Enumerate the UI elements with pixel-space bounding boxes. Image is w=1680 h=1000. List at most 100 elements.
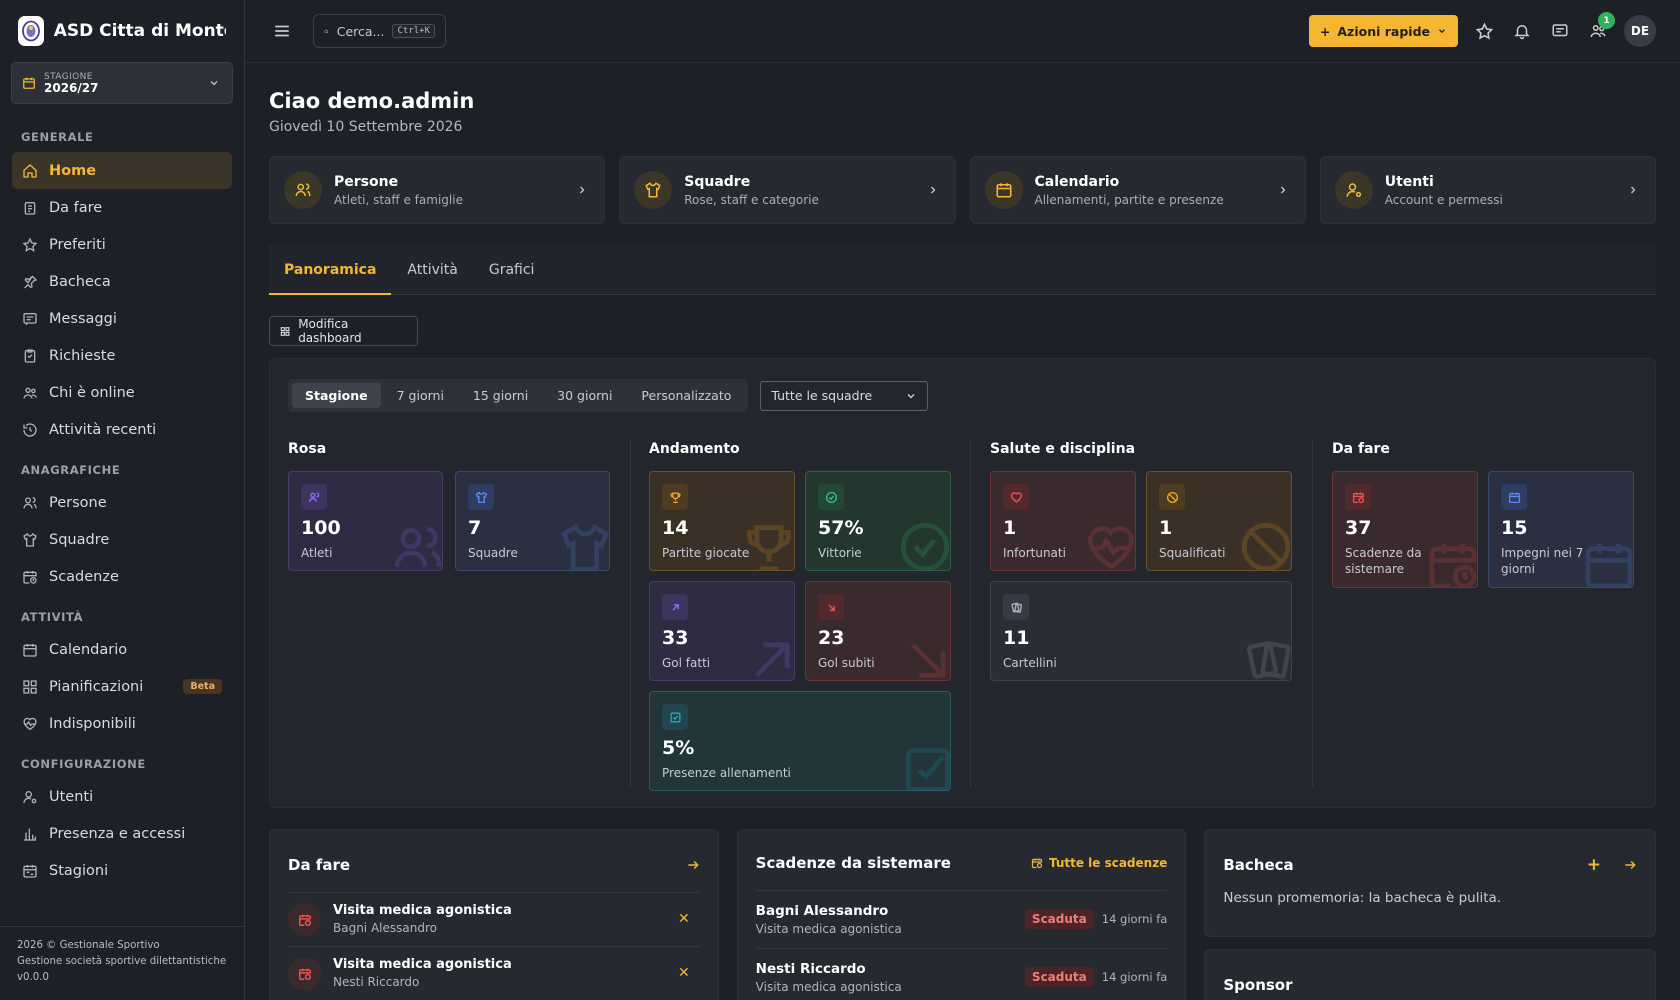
chevron-right-icon [580, 186, 585, 194]
sidebar-item-da-fare[interactable]: Da fare [12, 189, 232, 226]
grid-icon [280, 326, 290, 336]
list-item[interactable]: Visita medica agonistica Nesti Riccardo ✕ [288, 946, 700, 1000]
stat-cartellini[interactable]: 11 Cartellini [990, 581, 1292, 681]
section-title-attivita: ATTIVITÀ [21, 610, 84, 624]
sidebar-item-label: Persone [49, 494, 107, 511]
item-title: Visita medica agonistica [333, 903, 512, 918]
period-personalizzato[interactable]: Personalizzato [628, 383, 744, 408]
notifications-button[interactable] [1510, 19, 1534, 43]
quick-card-utenti[interactable]: Utenti Account e permessi [1319, 156, 1656, 224]
season-selector[interactable]: STAGIONE 2026/27 [11, 62, 233, 104]
stat-gol-subiti[interactable]: 23 Gol subiti [805, 581, 951, 681]
users-online-icon [23, 387, 37, 398]
sidebar-item-richieste[interactable]: Richieste [12, 337, 232, 374]
calendar-icon [1585, 544, 1633, 587]
sidebar-item-preferiti[interactable]: Preferiti [12, 226, 232, 263]
table-row[interactable]: Bagni Alessandro Visita medica agonistica… [755, 890, 1168, 948]
all-deadlines-link[interactable]: Tutte le scadenze [1031, 856, 1167, 870]
stat-vittorie[interactable]: 57% Vittorie [805, 471, 951, 571]
sidebar-item-home[interactable]: Home [12, 152, 232, 189]
group-rosa: Rosa 100 Atleti 7 Squadre [288, 441, 630, 787]
calendar-clock-icon [1031, 858, 1043, 869]
calendar-clock-icon [298, 914, 311, 926]
dismiss-button[interactable]: ✕ [678, 965, 690, 981]
dismiss-button[interactable]: ✕ [678, 911, 690, 927]
add-button[interactable]: + [1587, 855, 1601, 875]
stat-gol-fatti[interactable]: 33 Gol fatti [649, 581, 795, 681]
sidebar-item-chi-e-online[interactable]: Chi è online [12, 374, 232, 411]
stat-partite-giocate[interactable]: 14 Partite giocate [649, 471, 795, 571]
calendar-clock-icon [1352, 492, 1364, 503]
item-subtitle: Bagni Alessandro [333, 921, 437, 935]
current-date: Giovedì 10 Settembre 2026 [269, 119, 463, 135]
right-column: Bacheca + Nessun promemoria: la bacheca … [1204, 829, 1656, 1000]
status-badge: Scaduta [1024, 967, 1094, 987]
quick-card-calendario[interactable]: Calendario Allenamenti, partite e presenz… [969, 156, 1306, 224]
empty-message: Nessun promemoria: la bacheca è pulita. [1223, 890, 1502, 906]
quick-card-persone[interactable]: Persone Atleti, staff e famiglie [269, 156, 606, 224]
favorites-button[interactable] [1472, 19, 1496, 43]
heart-pulse-icon [23, 717, 37, 730]
quick-card-squadre[interactable]: Squadre Rose, staff e categorie [619, 156, 956, 224]
avatar[interactable]: DE [1624, 15, 1656, 47]
bar-chart-icon [24, 828, 36, 841]
period-30-giorni[interactable]: 30 giorni [544, 383, 625, 408]
home-icon [23, 163, 37, 178]
calendar-icon [23, 77, 35, 89]
grid-icon [23, 679, 37, 694]
item-title: Visita medica agonistica [333, 957, 512, 972]
person-name: Bagni Alessandro [755, 903, 889, 919]
table-row[interactable]: Nesti Riccardo Visita medica agonistica S… [755, 948, 1168, 1000]
stat-impegni-7-giorni[interactable]: 15 Impegni nei 7 giorni [1488, 471, 1634, 588]
bell-icon [1514, 25, 1530, 40]
calendar-icon [1508, 492, 1520, 503]
sidebar-item-label: Home [49, 162, 97, 179]
sidebar-item-stagioni[interactable]: Stagioni [12, 852, 232, 889]
sidebar-item-presenza-accessi[interactable]: Presenza e accessi [12, 815, 232, 852]
shirt-icon [23, 532, 37, 547]
clipboard-icon [24, 201, 36, 215]
quick-actions-label: Azioni rapide [1337, 23, 1430, 39]
link-label: Tutte le scadenze [1048, 856, 1168, 870]
sidebar-item-attivita-recenti[interactable]: Attività recenti [12, 411, 232, 448]
sidebar-item-utenti[interactable]: Utenti [12, 778, 232, 815]
stat-infortunati[interactable]: 1 Infortunati [990, 471, 1136, 571]
stat-squadre[interactable]: 7 Squadre [455, 471, 610, 571]
arrow-down-right-icon [827, 603, 835, 611]
brand[interactable]: ASD Citta di Monto... [0, 0, 244, 62]
arrow-right-icon[interactable] [686, 858, 700, 872]
quick-actions-button[interactable]: + Azioni rapide [1308, 15, 1458, 47]
sidebar: ASD Citta di Monto... STAGIONE 2026/27 G… [0, 0, 245, 1000]
sidebar-item-messaggi[interactable]: Messaggi [12, 300, 232, 337]
sidebar-item-indisponibili[interactable]: Indisponibili [12, 705, 232, 742]
sidebar-item-bacheca[interactable]: Bacheca [12, 263, 232, 300]
person-name: Nesti Riccardo [755, 961, 866, 977]
arrow-right-icon[interactable] [1623, 858, 1637, 872]
tab-panoramica[interactable]: Panoramica [268, 245, 392, 295]
star-icon [22, 236, 38, 252]
messages-button[interactable] [1548, 19, 1572, 43]
trophy-icon [747, 525, 791, 570]
sidebar-item-calendario[interactable]: Calendario [12, 631, 232, 668]
online-users-button[interactable]: 1 [1586, 12, 1615, 43]
stat-squalificati[interactable]: 1 Squalificati [1146, 471, 1292, 571]
team-select[interactable]: Tutte le squadre [760, 380, 929, 411]
list-item[interactable]: Visita medica agonistica Bagni Alessandro… [288, 892, 700, 946]
stat-scadenze-da-sistemare[interactable]: 37 Scadenze da sistemare [1332, 471, 1478, 588]
stat-presenze-allenamenti[interactable]: 5% Presenze allenamenti [649, 691, 951, 791]
tab-grafici[interactable]: Grafici [489, 245, 535, 294]
sidebar-item-persone[interactable]: Persone [12, 484, 232, 521]
tab-attivita[interactable]: Attività [407, 245, 457, 294]
edit-dashboard-button[interactable]: Modifica dashboard [269, 316, 418, 346]
search-input[interactable]: Cerca... Ctrl+K [313, 14, 446, 48]
sidebar-item-squadre[interactable]: Squadre [12, 521, 232, 558]
period-7-giorni[interactable]: 7 giorni [384, 383, 457, 408]
sidebar-item-pianificazioni[interactable]: Pianificazioni Beta [12, 668, 232, 705]
stat-atleti[interactable]: 100 Atleti [288, 471, 443, 571]
period-15-giorni[interactable]: 15 giorni [460, 383, 541, 408]
group-salute-disciplina: Salute e disciplina 1 Infortunati 1 Squa… [990, 441, 1292, 787]
period-stagione[interactable]: Stagione [292, 383, 381, 408]
menu-icon[interactable] [273, 22, 291, 40]
group-title: Da fare [1332, 441, 1390, 457]
sidebar-item-scadenze[interactable]: Scadenze [12, 558, 232, 595]
